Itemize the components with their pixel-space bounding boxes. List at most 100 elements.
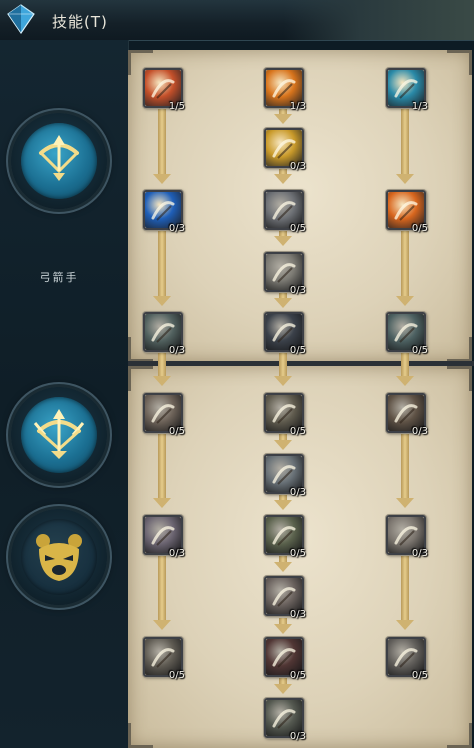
panel-corner	[447, 50, 472, 75]
skill-slot-fire-burst[interactable]: 0/5	[386, 190, 428, 234]
prereq-arrow	[274, 618, 292, 634]
fire-burst-icon	[392, 196, 420, 224]
skill-level: 0/5	[289, 345, 306, 356]
crescent-shot-icon	[149, 399, 177, 427]
frost-fang-icon	[270, 460, 298, 488]
skill-level: 0/3	[411, 426, 428, 437]
winged-bow-icon	[33, 409, 85, 459]
green-arrow-icon	[270, 521, 298, 549]
skill-level: 1/3	[289, 101, 306, 112]
dusk-knight-icon	[149, 643, 177, 671]
skill-slot-forest-ranger[interactable]: 0/3	[264, 698, 306, 742]
blue-vortex-icon	[149, 196, 177, 224]
skill-slot-earth-arrow[interactable]: 0/5	[264, 393, 306, 437]
panel-corner	[128, 366, 153, 391]
skill-slot-ice-shot[interactable]: 0/5	[386, 312, 428, 356]
emblem-face	[21, 397, 97, 473]
panel-corner	[447, 337, 472, 362]
panel-corner	[447, 723, 472, 748]
class-emblem-beast[interactable]	[11, 509, 107, 605]
prereq-arrow	[153, 556, 171, 630]
stone-golem-icon	[392, 643, 420, 671]
skill-slot-fire-slash[interactable]: 1/5	[143, 68, 185, 112]
wind-bow-icon	[392, 74, 420, 102]
prereq-arrow	[274, 168, 292, 184]
prereq-arrow	[274, 108, 292, 124]
skill-level: 0/3	[411, 548, 428, 559]
wolf-icon	[392, 521, 420, 549]
bow-arrow-icon	[39, 135, 79, 181]
prereq-arrow	[274, 230, 292, 246]
prereq-arrow	[153, 434, 171, 508]
fire-slash-icon	[149, 74, 177, 102]
prereq-arrow	[396, 108, 414, 184]
skill-slot-blue-rain[interactable]: 0/5	[264, 312, 306, 356]
skill-level: 1/5	[168, 101, 185, 112]
silver-blades-icon	[270, 196, 298, 224]
skill-level: 0/5	[289, 223, 306, 234]
blood-strike-icon	[270, 643, 298, 671]
skill-slot-explosion[interactable]: 1/3	[264, 68, 306, 112]
skill-slot-blue-vortex[interactable]: 0/3	[143, 190, 185, 234]
panel-corner	[128, 723, 153, 748]
skill-level: 0/5	[289, 426, 306, 437]
blue-crystal-icon	[7, 4, 35, 34]
skill-level: 0/3	[168, 548, 185, 559]
skill-level: 0/5	[411, 223, 428, 234]
emblem-face	[21, 519, 97, 595]
skill-slot-silver-blades[interactable]: 0/5	[264, 190, 306, 234]
prereq-arrow	[274, 678, 292, 694]
triple-arrow-icon	[149, 318, 177, 346]
skill-slot-triple-arrow[interactable]: 0/3	[143, 312, 185, 356]
prereq-arrow	[274, 556, 292, 572]
prereq-arrow	[274, 352, 292, 386]
skill-slot-stone-golem[interactable]: 0/5	[386, 637, 428, 681]
window-titlebar: 技能(T)	[0, 0, 474, 41]
earth-arrow-icon	[270, 399, 298, 427]
skill-level: 0/5	[168, 426, 185, 437]
skill-level: 0/5	[289, 548, 306, 559]
skill-slot-frost-fang[interactable]: 0/3	[264, 454, 306, 498]
skill-slot-golden-orb[interactable]: 0/3	[264, 128, 306, 172]
prereq-arrow	[396, 230, 414, 306]
skill-level: 0/3	[289, 609, 306, 620]
skill-level: 0/5	[168, 670, 185, 681]
emblem-face	[21, 123, 97, 199]
skill-level: 0/5	[411, 345, 428, 356]
skill-slot-owl[interactable]: 0/3	[264, 252, 306, 296]
forest-ranger-icon	[270, 704, 298, 732]
skill-level: 0/3	[168, 223, 185, 234]
prereq-arrow	[153, 108, 171, 184]
skill-slot-blood-strike[interactable]: 0/5	[264, 637, 306, 681]
class-sidebar: 弓箭手	[0, 40, 129, 748]
prereq-arrow	[396, 556, 414, 630]
skill-level: 0/3	[168, 345, 185, 356]
class-emblem-archer[interactable]	[11, 113, 107, 209]
bear-head-icon	[36, 534, 82, 581]
class-emblem-advanced-archer[interactable]	[11, 387, 107, 483]
skill-slot-dusk-knight[interactable]: 0/5	[143, 637, 185, 681]
prereq-arrow	[274, 434, 292, 450]
purple-feather-icon	[149, 521, 177, 549]
blue-rain-icon	[270, 318, 298, 346]
skill-slot-wind-bow[interactable]: 1/3	[386, 68, 428, 112]
skill-level: 0/5	[289, 670, 306, 681]
claw-icon	[392, 399, 420, 427]
skill-slot-wolf[interactable]: 0/3	[386, 515, 428, 559]
prereq-arrow	[274, 494, 292, 510]
skill-level: 0/3	[289, 487, 306, 498]
skill-level: 1/3	[411, 101, 428, 112]
skill-slot-crescent-shot[interactable]: 0/5	[143, 393, 185, 437]
skill-level: 0/3	[289, 731, 306, 742]
skill-slot-beast-claw[interactable]: 0/3	[264, 576, 306, 620]
skill-slot-purple-feather[interactable]: 0/3	[143, 515, 185, 559]
ice-shot-icon	[392, 318, 420, 346]
skill-slot-claw[interactable]: 0/3	[386, 393, 428, 437]
titlebar-decoration	[284, 0, 474, 40]
golden-orb-icon	[270, 134, 298, 162]
skill-slot-green-arrow[interactable]: 0/5	[264, 515, 306, 559]
owl-icon	[270, 258, 298, 286]
explosion-icon	[270, 74, 298, 102]
panel-corner	[447, 366, 472, 391]
skill-level: 0/3	[289, 161, 306, 172]
